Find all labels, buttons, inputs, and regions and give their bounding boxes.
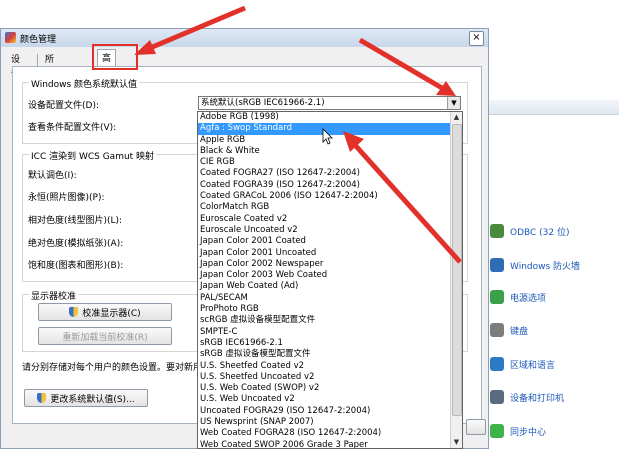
red-arrow-to-option xyxy=(343,131,462,264)
red-arrow-to-combobox xyxy=(358,37,456,96)
red-arrow-to-tab xyxy=(134,5,246,55)
mouse-cursor-icon xyxy=(322,128,333,145)
tab-highlight-box xyxy=(92,44,138,70)
